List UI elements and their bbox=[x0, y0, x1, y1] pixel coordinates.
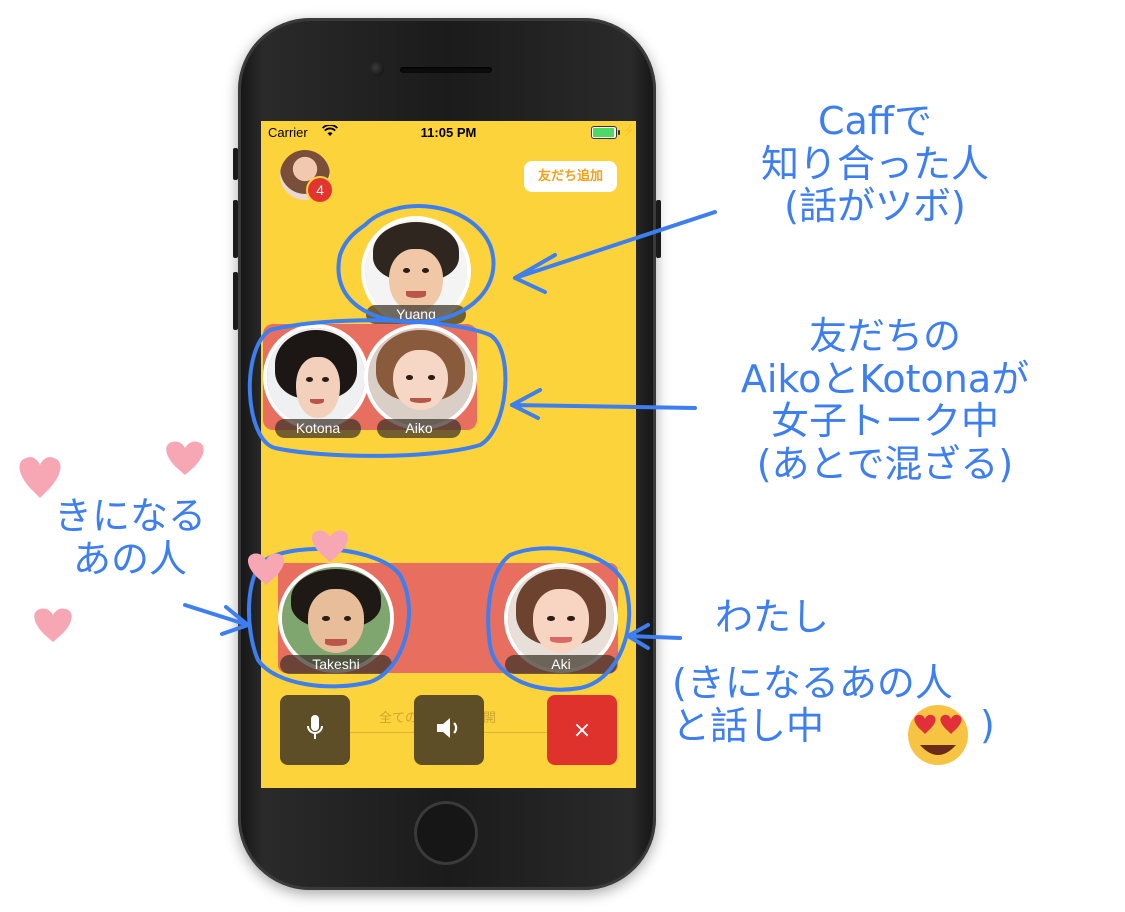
arrow-crush bbox=[183, 603, 250, 636]
annotation-friends: 友だちの AikoとKotonaが 女子トーク中 (あとで混ざる) bbox=[740, 314, 1030, 486]
annotation-me: わたし bbox=[715, 595, 830, 639]
arrow-friends bbox=[510, 388, 697, 420]
annotation-caff: Caffで 知り合った人 (話がツボ) bbox=[760, 99, 989, 229]
annotation-me-close: ) bbox=[980, 703, 995, 747]
circle-girls bbox=[247, 318, 508, 458]
circle-aki bbox=[486, 546, 632, 692]
annotation-crush: きになる あの人 bbox=[53, 494, 206, 581]
arrow-caff bbox=[513, 210, 717, 294]
arrow-me bbox=[626, 623, 682, 650]
annotation-me-detail: (きになるあの人 と話し中 bbox=[672, 661, 953, 748]
circle-yuang bbox=[336, 204, 496, 325]
